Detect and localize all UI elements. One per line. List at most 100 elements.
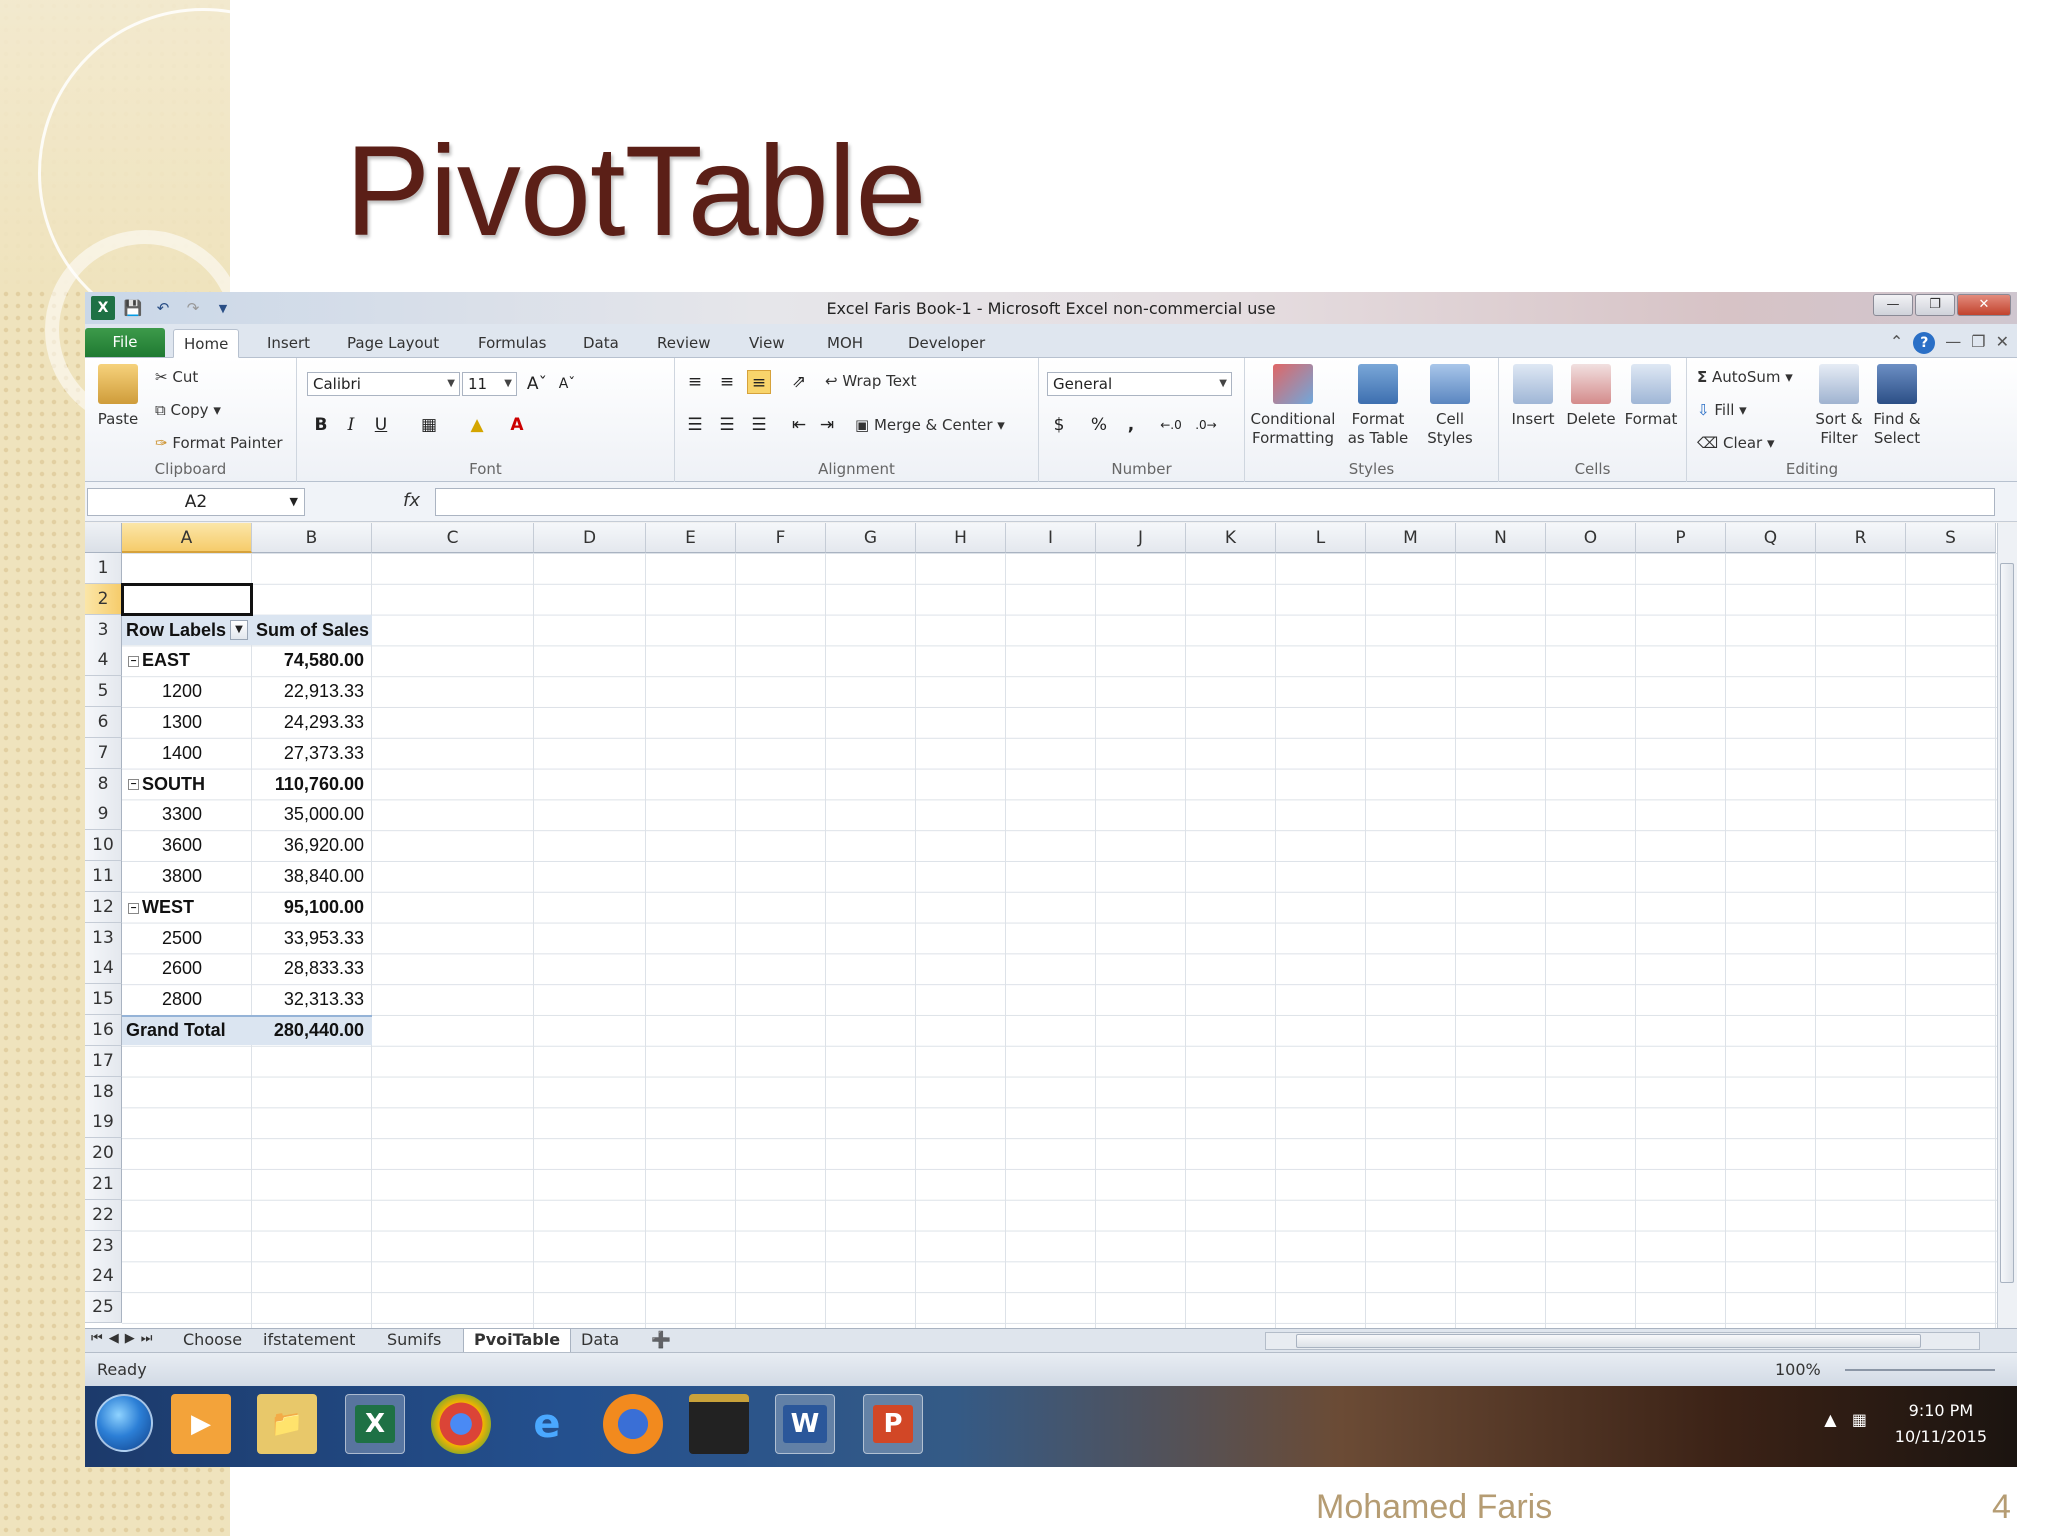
cut-button[interactable]: ✂ Cut [155, 368, 198, 386]
zoom-level[interactable]: 100% [1775, 1360, 1821, 1379]
row-header[interactable]: 7 [85, 737, 122, 769]
cell-styles-button[interactable]: Cell Styles [1417, 364, 1483, 448]
start-icon[interactable] [95, 1394, 153, 1452]
column-header[interactable]: N [1456, 523, 1546, 553]
underline-button[interactable]: U [369, 413, 393, 437]
pivot-item-value[interactable]: 38,840.00 [252, 861, 372, 891]
column-header[interactable]: S [1906, 523, 1996, 553]
shrink-font-icon[interactable]: Aˇ [555, 372, 579, 396]
row-header[interactable]: 24 [85, 1261, 122, 1293]
tab-moh[interactable]: MOH [817, 329, 873, 358]
column-header[interactable]: J [1096, 523, 1186, 553]
decrease-indent-icon[interactable]: ⇤ [787, 413, 811, 437]
insert-sheet-icon[interactable]: ➕ [641, 1329, 681, 1353]
row-header[interactable]: 17 [85, 1045, 122, 1077]
bold-button[interactable]: B [309, 413, 333, 437]
row-header[interactable]: 18 [85, 1076, 122, 1108]
align-right-icon[interactable]: ☰ [747, 413, 771, 437]
pivot-item-value[interactable]: 27,373.33 [252, 738, 372, 768]
row-header[interactable]: 20 [85, 1138, 122, 1170]
format-as-table-button[interactable]: Format as Table [1341, 364, 1415, 448]
conditional-formatting-button[interactable]: Conditional Formatting [1247, 364, 1339, 448]
help-icon[interactable]: ? [1913, 332, 1936, 354]
filter-dropdown-icon[interactable]: ▼ [230, 619, 248, 640]
comma-button[interactable]: , [1119, 413, 1143, 437]
orientation-icon[interactable]: ⇗ [787, 370, 811, 394]
workbook-minimize-icon[interactable]: — [1945, 332, 1961, 354]
pivot-item-value[interactable]: 33,953.33 [252, 923, 372, 953]
pivot-group-label[interactable]: − WEST [122, 892, 252, 922]
collapse-icon[interactable]: − [128, 656, 139, 668]
excel-icon[interactable]: X [345, 1394, 405, 1454]
column-header[interactable]: A [122, 523, 252, 553]
pivot-item-label[interactable]: 2500 [122, 923, 252, 953]
system-tray[interactable]: ▲ ▦ [1824, 1410, 1867, 1429]
font-color-icon[interactable]: A [505, 413, 529, 437]
column-header[interactable]: E [646, 523, 736, 553]
tab-review[interactable]: Review [647, 329, 721, 358]
sheet-nav-arrows[interactable]: ⏮◀▶⏭ [91, 1331, 158, 1346]
font-size-select[interactable]: 11 ▼ [462, 372, 517, 396]
workbook-restore-icon[interactable]: ❐ [1971, 332, 1985, 354]
grow-font-icon[interactable]: Aˇ [525, 372, 549, 396]
fill-button[interactable]: ⇩ Fill ▾ [1697, 401, 1747, 419]
autosum-button[interactable]: Σ AutoSum ▾ [1697, 368, 1793, 386]
column-header[interactable]: L [1276, 523, 1366, 553]
word-icon[interactable]: W [775, 1394, 835, 1454]
row-header[interactable]: 5 [85, 676, 122, 708]
row-header[interactable]: 11 [85, 861, 122, 892]
paste-button[interactable]: Paste [93, 364, 143, 429]
zoom-slider[interactable] [1845, 1369, 1995, 1371]
pivot-group-label[interactable]: − EAST [122, 645, 252, 675]
grand-total-label[interactable]: Grand Total [122, 1015, 252, 1045]
file-explorer-icon[interactable]: 📁 [257, 1394, 317, 1454]
increase-indent-icon[interactable]: ⇥ [815, 413, 839, 437]
column-header[interactable]: G [826, 523, 916, 553]
tab-page-layout[interactable]: Page Layout [337, 329, 449, 358]
row-header[interactable]: 1 [85, 553, 122, 584]
pivot-group-value[interactable]: 110,760.00 [252, 769, 372, 799]
pivot-item-label[interactable]: 1200 [122, 676, 252, 706]
pivot-item-label[interactable]: 3300 [122, 799, 252, 829]
align-middle-icon[interactable]: ≡ [715, 370, 739, 394]
tab-data[interactable]: Data [573, 329, 629, 358]
vertical-scroll-thumb[interactable] [2000, 563, 2014, 1283]
row-header[interactable]: 9 [85, 799, 122, 831]
insert-cells-button[interactable]: Insert [1505, 364, 1561, 429]
powerpoint-icon[interactable]: P [863, 1394, 923, 1454]
format-cells-button[interactable]: Format [1621, 364, 1681, 429]
pivot-item-value[interactable]: 22,913.33 [252, 676, 372, 706]
kaaba-app-icon[interactable] [689, 1394, 749, 1454]
wrap-text-button[interactable]: ↩ Wrap Text [825, 372, 917, 390]
row-header[interactable]: 2 [85, 583, 122, 615]
row-header[interactable]: 23 [85, 1230, 122, 1262]
internet-explorer-icon[interactable]: e [517, 1394, 577, 1454]
column-header[interactable]: H [916, 523, 1006, 553]
pivot-item-label[interactable]: 3600 [122, 830, 252, 860]
minimize-ribbon-icon[interactable]: ⌃ [1890, 332, 1903, 354]
column-header[interactable]: I [1006, 523, 1096, 553]
pivot-group-value[interactable]: 74,580.00 [252, 645, 372, 675]
grand-total-value[interactable]: 280,440.00 [252, 1015, 372, 1045]
align-top-icon[interactable]: ≡ [683, 370, 707, 394]
align-center-icon[interactable]: ☰ [715, 413, 739, 437]
column-header[interactable]: D [534, 523, 646, 553]
italic-button[interactable]: I [339, 413, 363, 437]
pivot-item-value[interactable]: 35,000.00 [252, 799, 372, 829]
pivot-item-value[interactable]: 32,313.33 [252, 984, 372, 1014]
row-header[interactable]: 14 [85, 953, 122, 985]
column-header[interactable]: O [1546, 523, 1636, 553]
sheet-tab-sumifs[interactable]: Sumifs [377, 1329, 451, 1353]
select-all-corner[interactable] [85, 523, 122, 553]
pivot-group-label[interactable]: − SOUTH [122, 769, 252, 799]
row-header[interactable]: 3 [85, 614, 122, 646]
pivot-item-label[interactable]: 2600 [122, 953, 252, 983]
collapse-icon[interactable]: − [128, 779, 139, 791]
chrome-icon[interactable] [431, 1394, 491, 1454]
column-header[interactable]: Q [1726, 523, 1816, 553]
column-header[interactable]: P [1636, 523, 1726, 553]
firefox-icon[interactable] [603, 1394, 663, 1454]
number-format-select[interactable]: General ▼ [1047, 372, 1232, 396]
pivot-item-label[interactable]: 1300 [122, 707, 252, 737]
fill-color-icon[interactable]: ▲ [465, 413, 489, 437]
